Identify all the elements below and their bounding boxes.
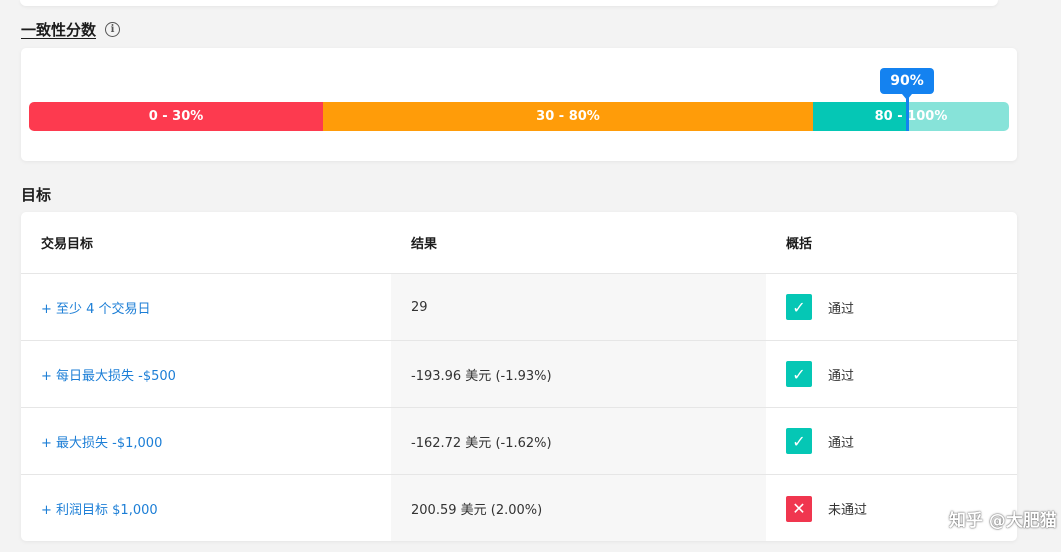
info-icon[interactable]: i	[105, 22, 121, 37]
status-text: 通过	[828, 368, 855, 384]
goal-link-daily-loss[interactable]: + 每日最大损失 -$500	[41, 365, 176, 384]
header-summary: 概括	[786, 237, 813, 252]
result-cell: -193.96 美元 (-1.93%)	[391, 341, 766, 407]
header-result: 结果	[391, 212, 766, 273]
top-panel-edge	[20, 0, 998, 6]
table-row: + 最大损失 -$1,000 -162.72 美元 (-1.62%) ✓ 通过	[21, 408, 1017, 475]
consistency-score-card: 90% 0 - 30% 30 - 80% 80 - 100%	[21, 48, 1017, 161]
segment-high: 80 - 100%	[813, 102, 1009, 131]
check-icon: ✓	[786, 294, 812, 320]
status-text: 通过	[828, 435, 855, 451]
result-cell: 200.59 美元 (2.00%)	[391, 475, 766, 541]
check-icon: ✓	[786, 428, 812, 454]
score-marker-badge: 90%	[880, 68, 934, 100]
status-text: 未通过	[828, 503, 868, 518]
goals-table: 交易目标 结果 概括 + 至少 4 个交易日 29 ✓ 通过 + 每日最大损失 …	[21, 212, 1017, 541]
table-header-row: 交易目标 结果 概括	[21, 212, 1017, 274]
consistency-score-title: 一致性分数 i	[21, 19, 121, 40]
goals-title: 目标	[21, 186, 52, 204]
goal-link-profit-target[interactable]: + 利润目标 $1,000	[41, 499, 158, 518]
goal-link-trading-days[interactable]: + 至少 4 个交易日	[41, 298, 151, 317]
segment-low: 0 - 30%	[29, 102, 323, 131]
table-row: + 每日最大损失 -$500 -193.96 美元 (-1.93%) ✓ 通过	[21, 341, 1017, 408]
status-text: 通过	[828, 301, 855, 317]
table-row: + 至少 4 个交易日 29 ✓ 通过	[21, 274, 1017, 341]
header-trading-goal: 交易目标	[41, 237, 94, 252]
consistency-score-bar: 0 - 30% 30 - 80% 80 - 100%	[29, 102, 1009, 131]
result-cell: -162.72 美元 (-1.62%)	[391, 408, 766, 474]
segment-mid: 30 - 80%	[323, 102, 813, 131]
consistency-title-text[interactable]: 一致性分数	[21, 19, 96, 40]
watermark-text: 知乎 @大肥猫	[949, 511, 1057, 531]
check-icon: ✓	[786, 361, 812, 387]
goal-link-max-loss[interactable]: + 最大损失 -$1,000	[41, 432, 162, 451]
cross-icon: ✕	[786, 495, 812, 522]
score-marker-line	[906, 96, 909, 131]
table-row: + 利润目标 $1,000 200.59 美元 (2.00%) ✕ 未通过	[21, 475, 1017, 541]
result-cell: 29	[391, 274, 766, 340]
